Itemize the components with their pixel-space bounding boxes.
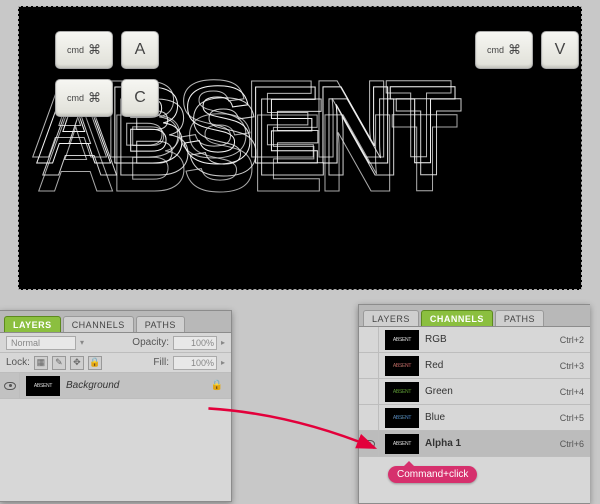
- channel-name: Alpha 1: [425, 438, 560, 449]
- keycap-cmd: cmd⌘: [55, 79, 113, 117]
- channel-thumbnail: ABSENT: [385, 408, 419, 428]
- channel-row-alpha-1[interactable]: ABSENT Alpha 1Ctrl+6: [359, 431, 590, 457]
- channel-shortcut: Ctrl+3: [560, 361, 584, 371]
- visibility-toggle[interactable]: [359, 405, 379, 430]
- channel-row-rgb[interactable]: ABSENT RGBCtrl+2: [359, 327, 590, 353]
- lock-move-icon[interactable]: ✥: [70, 356, 84, 370]
- lock-transparent-icon[interactable]: ▦: [34, 356, 48, 370]
- channel-thumbnail: ABSENT: [385, 330, 419, 350]
- keycap-v: V: [541, 31, 579, 69]
- tab-channels[interactable]: CHANNELS: [421, 310, 493, 326]
- channel-thumbnail: ABSENT: [385, 382, 419, 402]
- channel-name: Green: [425, 386, 560, 397]
- channel-row-red[interactable]: ABSENT RedCtrl+3: [359, 353, 590, 379]
- chevron-right-icon: ▸: [221, 338, 225, 347]
- channel-thumbnail: ABSENT: [385, 434, 419, 454]
- visibility-toggle[interactable]: [359, 353, 379, 378]
- tab-layers[interactable]: LAYERS: [363, 310, 419, 326]
- tab-channels[interactable]: CHANNELS: [63, 316, 134, 332]
- channel-thumbnail: ABSENT: [385, 356, 419, 376]
- lock-label: Lock:: [6, 357, 30, 368]
- visibility-toggle[interactable]: [359, 327, 379, 352]
- channel-row-blue[interactable]: ABSENT BlueCtrl+5: [359, 405, 590, 431]
- tab-paths[interactable]: PATHS: [136, 316, 185, 332]
- keycap-c: C: [121, 79, 159, 117]
- keycap-a: A: [121, 31, 159, 69]
- visibility-toggle[interactable]: [0, 373, 20, 398]
- layers-panel: LAYERS CHANNELS PATHS Normal ▾ Opacity: …: [0, 310, 232, 502]
- channel-shortcut: Ctrl+6: [560, 439, 584, 449]
- visibility-toggle[interactable]: [359, 379, 379, 404]
- opacity-label: Opacity:: [132, 337, 169, 348]
- layers-panel-tabs: LAYERS CHANNELS PATHS: [0, 311, 231, 333]
- channel-name: Red: [425, 360, 560, 371]
- channel-shortcut: Ctrl+4: [560, 387, 584, 397]
- channel-shortcut: Ctrl+2: [560, 335, 584, 345]
- callout-command-click: Command+click: [388, 466, 477, 483]
- keycap-cmd: cmd⌘: [55, 31, 113, 69]
- visibility-toggle[interactable]: [359, 431, 379, 456]
- chevron-right-icon: ▸: [221, 358, 225, 367]
- blend-mode-select[interactable]: Normal: [6, 336, 76, 350]
- fill-field[interactable]: 100%: [173, 356, 217, 370]
- channel-name: Blue: [425, 412, 560, 423]
- eye-icon: [4, 382, 16, 390]
- blend-row: Normal ▾ Opacity: 100% ▸: [0, 333, 231, 353]
- channels-panel-tabs: LAYERS CHANNELS PATHS: [359, 305, 590, 327]
- document-canvas[interactable]: ABSENT ABSENT ABSENT ABSENT cmd⌘ A cmd⌘ …: [18, 6, 582, 290]
- lock-all-icon[interactable]: 🔒: [88, 356, 102, 370]
- layer-thumbnail: ABSENT: [26, 376, 60, 396]
- channel-name: RGB: [425, 334, 560, 345]
- layer-row-background[interactable]: ABSENT Background 🔒: [0, 373, 231, 399]
- channel-row-green[interactable]: ABSENT GreenCtrl+4: [359, 379, 590, 405]
- opacity-field[interactable]: 100%: [173, 336, 217, 350]
- fill-label: Fill:: [153, 357, 169, 368]
- tab-paths[interactable]: PATHS: [495, 310, 544, 326]
- lock-icon: 🔒: [211, 380, 223, 391]
- chevron-down-icon: ▾: [80, 338, 84, 347]
- lock-brush-icon[interactable]: ✎: [52, 356, 66, 370]
- layer-name: Background: [66, 380, 211, 391]
- lock-row: Lock: ▦ ✎ ✥ 🔒 Fill: 100% ▸: [0, 353, 231, 373]
- keycap-cmd: cmd⌘: [475, 31, 533, 69]
- tab-layers[interactable]: LAYERS: [4, 316, 61, 332]
- eye-icon: [363, 440, 375, 448]
- channel-shortcut: Ctrl+5: [560, 413, 584, 423]
